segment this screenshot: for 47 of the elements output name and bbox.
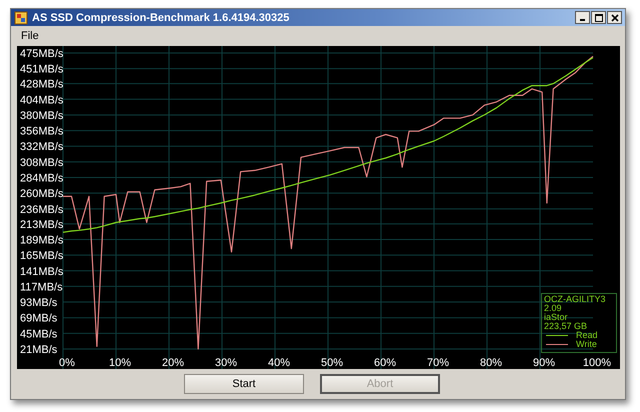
- axis-label: 308MB/s: [20, 156, 64, 169]
- axis-label: 69MB/s: [20, 312, 58, 325]
- legend-label: Write: [576, 340, 597, 349]
- start-button[interactable]: Start: [184, 374, 304, 394]
- minimize-button[interactable]: [575, 11, 590, 24]
- axis-label: 40%: [268, 357, 290, 369]
- maximize-icon: [594, 14, 602, 22]
- menu-item[interactable]: File: [21, 30, 39, 42]
- axis-label: 404MB/s: [20, 94, 64, 106]
- axis-label: 332MB/s: [20, 141, 64, 154]
- axis-label: 380MB/s: [20, 110, 64, 122]
- axis-label: 80%: [480, 357, 502, 369]
- close-icon: [610, 14, 618, 22]
- axis-label: 284MB/s: [20, 172, 64, 185]
- legend-label: Read: [576, 331, 598, 340]
- axis-label: 70%: [426, 357, 450, 369]
- window-title: AS SSD Compression-Benchmark 1.6.4194.30325: [32, 12, 290, 24]
- axis-label: 100%: [582, 357, 612, 369]
- axis-label: 45MB/s: [20, 328, 58, 340]
- axis-label: 30%: [214, 357, 238, 369]
- axis-label: 236MB/s: [20, 204, 64, 216]
- minimize-icon: [580, 19, 585, 21]
- axis-label: 20%: [162, 357, 184, 369]
- axis-label: 189MB/s: [20, 234, 64, 246]
- close-button[interactable]: [607, 11, 622, 24]
- maximize-button[interactable]: [591, 11, 606, 24]
- axis-label: 356MB/s: [20, 126, 64, 138]
- drive-info-text: OCZ-AGILITY3: [544, 295, 607, 304]
- axis-label: 93MB/s: [20, 297, 58, 310]
- axis-label: 21MB/s: [20, 344, 58, 356]
- axis-label: 260MB/s: [20, 188, 64, 200]
- app-icon: [14, 10, 28, 24]
- drive-info-text: 2.09: [544, 304, 563, 313]
- axis-label: 0%: [59, 357, 75, 369]
- axis-label: 10%: [108, 357, 132, 369]
- axis-label: 90%: [532, 357, 556, 369]
- axis-label: 428MB/s: [20, 78, 64, 91]
- axis-label: 165MB/s: [20, 250, 64, 262]
- drive-info-text: iaStor: [544, 313, 569, 322]
- axis-label: 475MB/s: [20, 48, 64, 60]
- axis-label: 141MB/s: [20, 266, 64, 278]
- axis-label: 50%: [320, 357, 344, 369]
- axis-label: 213MB/s: [20, 218, 64, 231]
- axis-label: 117MB/s: [20, 281, 63, 294]
- axis-label: 60%: [374, 357, 396, 369]
- axis-label: 451MB/s: [20, 64, 64, 76]
- drive-info-text: 223,57 GB: [544, 322, 588, 331]
